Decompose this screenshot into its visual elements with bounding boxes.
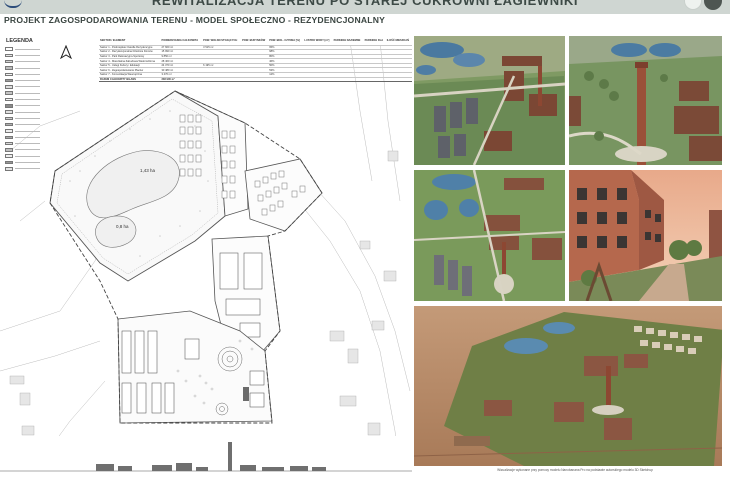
table-header-cell: LUSTRO WODY [m²] — [303, 36, 333, 46]
table-cell — [332, 77, 364, 83]
table-cell: RAZEM CAŁKOWITY BILANS — [99, 77, 161, 83]
table-cell — [202, 77, 242, 83]
legend-swatch — [5, 97, 13, 102]
legend-text-line — [15, 92, 40, 94]
legend-text-line — [15, 161, 40, 163]
legend-text-line — [15, 80, 40, 82]
legend-swatch — [5, 110, 13, 114]
table-header-cell: ILOŚĆ MIESZKAŃ — [385, 36, 412, 46]
legend-text-line — [15, 54, 40, 56]
legend-swatch — [5, 160, 13, 165]
legend-swatch — [5, 91, 13, 95]
legend-text-line — [15, 117, 40, 119]
page-title: REWITALIZACJA TERENU PO STAREJ CUKROWNI … — [151, 0, 579, 8]
table-header-row: SEKTOR / ELEMENT POWIERZCHNIA CAŁKOWITA PO… — [99, 36, 412, 46]
table-header-cell: POW. WOLNO STOJĄCYCH — [202, 36, 242, 46]
table-header-cell: PARKINGI NAZIEMNE — [332, 36, 364, 46]
legend-swatch — [5, 148, 13, 152]
legend-text-line — [15, 149, 40, 151]
legend-swatch — [5, 116, 13, 121]
legend-text-line — [15, 67, 40, 69]
render-model-view — [414, 306, 722, 466]
page-subtitle: PROJEKT ZAGOSPODAROWANIA TERENU - MODEL … — [4, 15, 386, 25]
north-arrow-icon — [60, 45, 72, 59]
circle-dark-icon — [704, 0, 722, 10]
area-label-2: 0,8 ha — [116, 224, 129, 229]
table-cell — [268, 77, 304, 83]
table-cell — [241, 77, 269, 83]
legend-text-line — [15, 111, 40, 113]
header-band: REWITALIZACJA TERENU PO STAREJ CUKROWNI … — [0, 0, 730, 14]
table-header-cell: SEKTOR / ELEMENT — [99, 36, 161, 46]
table-cell — [363, 77, 386, 83]
legend-text-line — [15, 86, 40, 88]
table-header-cell: POW. BIOL. CZYNNA [%] — [268, 36, 304, 46]
legend-swatch — [5, 66, 13, 70]
legend-text-line — [15, 73, 40, 75]
legend-swatch — [5, 154, 13, 158]
legend-swatch — [5, 129, 13, 133]
table-header-cell: POW. BUDYNKÓW — [241, 36, 269, 46]
circle-light-icon — [684, 0, 702, 10]
legend-text-line — [15, 99, 40, 101]
legend-swatch — [5, 167, 13, 171]
legend-text-line — [15, 143, 40, 145]
summary-table: SEKTOR / ELEMENT POWIERZCHNIA CAŁKOWITA PO… — [99, 36, 412, 83]
table-cell — [303, 77, 333, 83]
site-plan — [0, 31, 412, 476]
table-cell — [385, 77, 412, 83]
legend-swatch — [5, 53, 13, 58]
legend-swatch — [5, 141, 13, 146]
legend-item — [5, 166, 45, 172]
render-aerial-view-3 — [414, 170, 565, 301]
legend-text-line — [15, 136, 40, 138]
legend-swatch — [5, 78, 13, 83]
legend-text-line — [15, 130, 40, 132]
legend-text-line — [15, 61, 40, 63]
legend-text-line — [15, 48, 40, 50]
legend-title: LEGENDA — [6, 38, 33, 44]
legend-swatch — [5, 72, 13, 77]
legend-text-line — [15, 124, 40, 126]
legend-swatch — [5, 59, 13, 64]
legend-swatch — [5, 135, 13, 140]
area-label-1: 1,43 ha — [140, 168, 156, 173]
table-cell: 238 900 m² — [160, 77, 203, 83]
render-street-view — [569, 170, 722, 301]
table-header-cell: PARKINGI DLA — [363, 36, 386, 46]
render-aerial-view-1 — [414, 36, 565, 165]
legend-swatch — [5, 122, 13, 127]
legend-swatch — [5, 47, 13, 51]
legend-text-line — [15, 155, 40, 157]
render-aerial-view-2 — [569, 36, 722, 165]
table-header-cell: POWIERZCHNIA CAŁKOWITA — [160, 36, 203, 46]
render-caption: Wizualizacje wykonane przy pomocy modelu… — [497, 468, 653, 472]
site-plan-drawing — [0, 40, 412, 476]
legend-swatch — [5, 85, 13, 89]
legend-text-line — [15, 168, 40, 170]
legend-swatch — [5, 104, 13, 108]
legend — [5, 46, 45, 172]
table-total-row: RAZEM CAŁKOWITY BILANS 238 900 m² — [99, 77, 412, 83]
legend-text-line — [15, 105, 40, 107]
